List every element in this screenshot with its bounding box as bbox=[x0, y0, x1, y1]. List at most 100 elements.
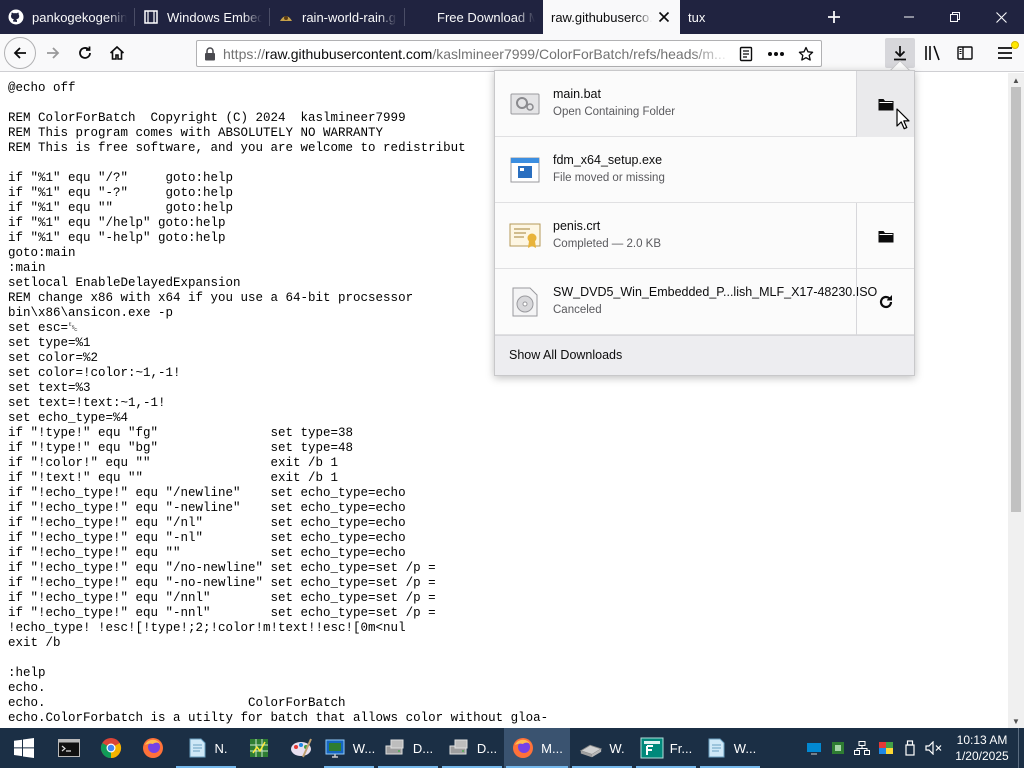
taskbar-w-window[interactable]: W... bbox=[698, 728, 762, 768]
close-window-button[interactable] bbox=[978, 0, 1024, 34]
code-line: if "!echo_type!" equ "-nl" set echo_type… bbox=[8, 531, 406, 545]
bookmark-button[interactable] bbox=[791, 41, 821, 66]
arrow-left-icon bbox=[13, 47, 26, 59]
page-actions-button[interactable] bbox=[761, 41, 791, 66]
lock-icon[interactable] bbox=[197, 41, 223, 66]
tab-tux[interactable]: tux bbox=[680, 0, 814, 34]
url-bar[interactable]: https://raw.githubusercontent.com/kaslmi… bbox=[196, 40, 822, 67]
taskbar-firefox[interactable] bbox=[132, 728, 174, 768]
network-drive-icon[interactable] bbox=[802, 728, 826, 768]
reload-button[interactable] bbox=[70, 38, 100, 68]
arrow-right-icon bbox=[47, 47, 60, 59]
download-item[interactable]: main.bat Open Containing Folder bbox=[495, 71, 914, 137]
restore-button[interactable] bbox=[932, 0, 978, 34]
tab-free-download-manager[interactable]: Free Download M... bbox=[405, 0, 543, 34]
taskbar-clock[interactable]: 10:13 AM 1/20/2025 bbox=[946, 732, 1018, 764]
taskbar-vm-window[interactable]: W... bbox=[322, 728, 376, 768]
chrome-icon bbox=[99, 736, 123, 760]
code-line: if "!echo_type!" equ "/newline" set echo… bbox=[8, 486, 406, 500]
tab-pankogekogenin[interactable]: pankogekogenin... bbox=[0, 0, 135, 34]
taskbar-notepad[interactable]: N. bbox=[174, 728, 238, 768]
home-button[interactable] bbox=[102, 38, 132, 68]
download-item[interactable]: fdm_x64_setup.exe File moved or missing bbox=[495, 137, 914, 203]
code-line: if "%1" equ "-help" goto:help bbox=[8, 231, 226, 245]
library-icon bbox=[925, 45, 940, 61]
taskbar-fr-window[interactable]: Fr... bbox=[634, 728, 698, 768]
taskbar-firefox-window[interactable]: M... bbox=[504, 728, 570, 768]
notepad-icon bbox=[185, 736, 209, 760]
github-icon bbox=[8, 9, 24, 25]
library-button[interactable] bbox=[918, 38, 948, 68]
url-text[interactable]: https://raw.githubusercontent.com/kaslmi… bbox=[223, 46, 731, 62]
system-tray: 10:13 AM 1/20/2025 bbox=[802, 728, 1024, 768]
show-all-downloads-button[interactable]: Show All Downloads bbox=[495, 335, 914, 375]
url-host: raw.githubusercontent.com bbox=[265, 45, 433, 62]
spreadsheet-icon bbox=[247, 736, 271, 760]
show-all-downloads-label: Show All Downloads bbox=[509, 348, 623, 362]
taskbar-spreadsheet[interactable] bbox=[238, 728, 280, 768]
sidebar-button[interactable] bbox=[950, 38, 980, 68]
forward-button[interactable] bbox=[38, 38, 68, 68]
tab-rain-world[interactable]: rain-world-rain.gi bbox=[270, 0, 405, 34]
tab-title: Windows Embed... bbox=[167, 9, 262, 25]
mouse-pointer-icon bbox=[896, 108, 910, 130]
taskbar-chrome[interactable] bbox=[90, 728, 132, 768]
reader-view-button[interactable] bbox=[731, 41, 761, 66]
download-filename: penis.crt bbox=[553, 219, 601, 233]
open-folder-button[interactable] bbox=[856, 203, 914, 269]
retry-download-button[interactable] bbox=[856, 269, 914, 335]
vm-icon bbox=[323, 736, 347, 760]
download-filename: main.bat bbox=[553, 87, 601, 101]
url-path: /kaslmineer7999/ColorForBatch/refs/heads… bbox=[432, 45, 726, 62]
tab-title: pankogekogenin... bbox=[32, 9, 127, 25]
show-desktop-button[interactable] bbox=[1018, 728, 1024, 768]
code-line: set text=!text:~1,-1! bbox=[8, 396, 166, 410]
code-line: set esc=␛ bbox=[8, 321, 79, 335]
start-button[interactable] bbox=[0, 728, 48, 768]
code-line: echo. bbox=[8, 681, 46, 695]
tab-windows-embedded[interactable]: Windows Embed... bbox=[135, 0, 270, 34]
new-tab-button[interactable] bbox=[814, 0, 854, 34]
code-line: if "%1" equ "/help" goto:help bbox=[8, 216, 226, 230]
taskbar-drive-window-1[interactable]: D... bbox=[376, 728, 440, 768]
download-item[interactable]: SW_DVD5_Win_Embedded_P...lish_MLF_X17-48… bbox=[495, 269, 914, 335]
home-icon bbox=[109, 45, 125, 60]
volume-muted-icon[interactable] bbox=[922, 728, 946, 768]
vertical-scrollbar[interactable]: ▲ ▼ bbox=[1008, 73, 1024, 728]
color-app-icon[interactable] bbox=[874, 728, 898, 768]
code-line: if "%1" equ "-?" goto:help bbox=[8, 186, 234, 200]
usb-icon[interactable] bbox=[898, 728, 922, 768]
taskbar-cmd[interactable] bbox=[48, 728, 90, 768]
code-line: bin\x86\ansicon.exe -p bbox=[8, 306, 174, 320]
scrollbar-thumb[interactable] bbox=[1011, 87, 1021, 512]
code-line: echo.ColorForbatch is a utilty for batch… bbox=[8, 711, 549, 725]
taskbar-disk-window[interactable]: W. bbox=[570, 728, 634, 768]
menu-button[interactable] bbox=[990, 38, 1020, 68]
close-tab-icon[interactable] bbox=[656, 9, 672, 25]
download-status: Open Containing Folder bbox=[553, 106, 676, 118]
network-icon[interactable] bbox=[850, 728, 874, 768]
tab-title: rain-world-rain.gi bbox=[302, 9, 397, 25]
taskbar-drive-window-2[interactable]: D... bbox=[440, 728, 504, 768]
star-icon bbox=[798, 46, 814, 61]
taskbar-paint[interactable] bbox=[280, 728, 322, 768]
scroll-up-arrow-icon[interactable]: ▲ bbox=[1008, 73, 1024, 87]
download-item[interactable]: penis.crt Completed — 2.0 KB bbox=[495, 203, 914, 269]
scroll-down-arrow-icon[interactable]: ▼ bbox=[1008, 714, 1024, 728]
code-line: REM This is free software, and you are w… bbox=[8, 141, 466, 155]
back-button[interactable] bbox=[4, 37, 36, 69]
code-line: !echo_type! !esc![!type!;2;!color!m!text… bbox=[8, 621, 406, 635]
clock-date: 1/20/2025 bbox=[955, 749, 1009, 763]
plus-icon bbox=[828, 11, 840, 23]
tab-title: Free Download M... bbox=[437, 9, 535, 25]
minimize-button[interactable] bbox=[886, 0, 932, 34]
code-line: if "!echo_type!" equ "/nl" set echo_type… bbox=[8, 516, 406, 530]
folder-icon bbox=[878, 98, 893, 110]
blank-icon bbox=[413, 9, 429, 25]
green-app-icon[interactable] bbox=[826, 728, 850, 768]
downloads-panel: main.bat Open Containing Folder fdm_x64_… bbox=[494, 70, 915, 376]
drive-icon bbox=[447, 736, 471, 760]
tab-raw-githubusercontent[interactable]: raw.githubuserco... bbox=[543, 0, 680, 34]
tab-strip: pankogekogenin... Windows Embed... rain-… bbox=[0, 0, 1024, 34]
